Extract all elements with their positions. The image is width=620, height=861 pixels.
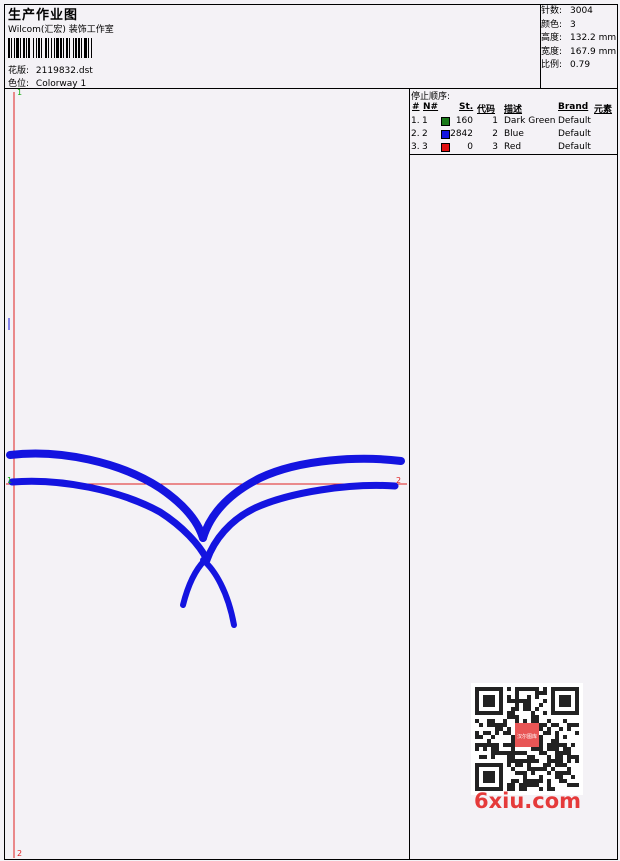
qr-code-watermark: 汉尔图库	[471, 683, 583, 795]
watermark-text: 6xiu.com	[474, 789, 582, 813]
horizontal-guide-start-marker: 1	[7, 476, 13, 485]
left-tail-stroke	[180, 557, 208, 608]
vertical-guide-end-marker: 2	[17, 849, 23, 858]
right-tail-stroke	[200, 557, 237, 628]
lower-left-wing-stroke	[8, 477, 211, 564]
qr-seal-text: 汉尔图库	[517, 733, 537, 740]
vertical-guide-start-marker: 1	[17, 88, 23, 97]
horizontal-guide-end-marker: 2	[396, 476, 402, 485]
